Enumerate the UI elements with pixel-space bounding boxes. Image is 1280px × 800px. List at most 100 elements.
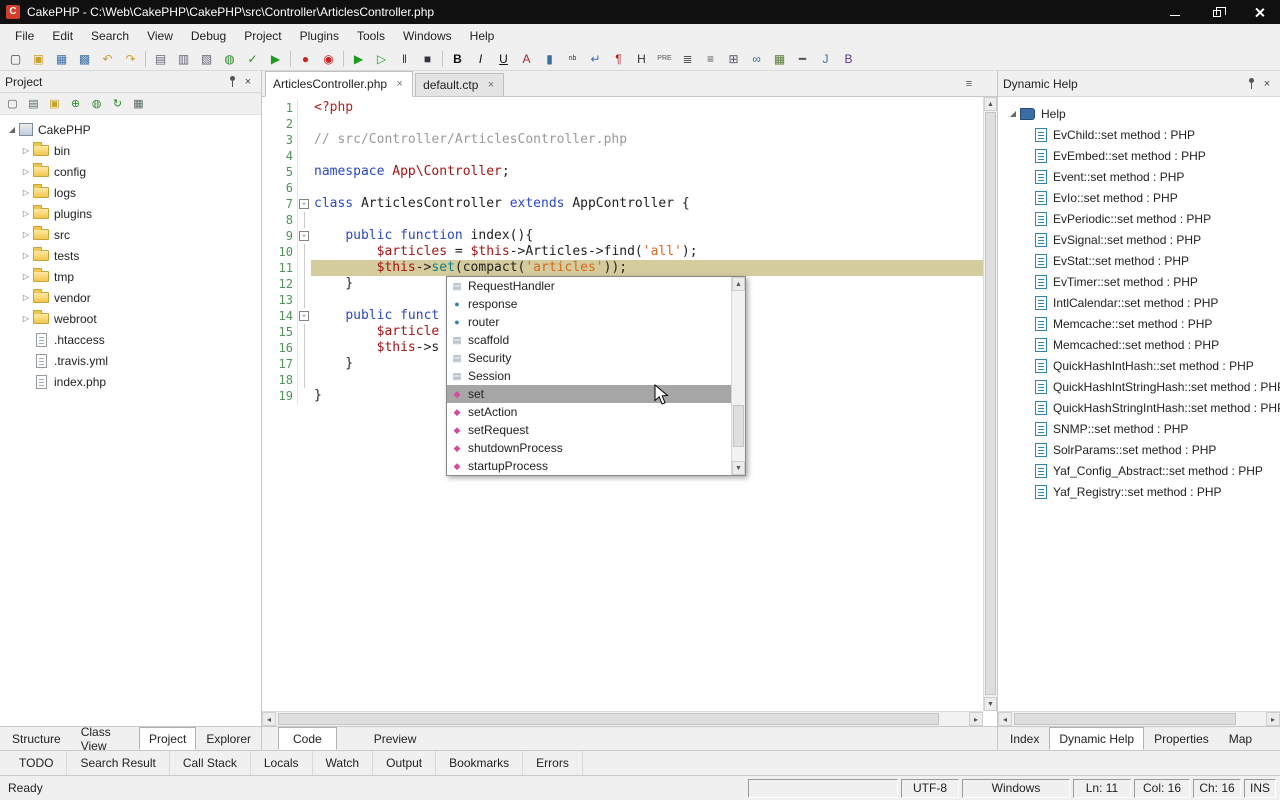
help-item-solrparams-set-method-php[interactable]: SolrParams::set method : PHP <box>998 439 1280 460</box>
new-file-icon[interactable]: ▢ <box>4 49 27 69</box>
explorer-view-icon[interactable]: ▧ <box>195 49 218 69</box>
link-icon[interactable]: ∞ <box>745 49 768 69</box>
help-item-evtimer-set-method-php[interactable]: EvTimer::set method : PHP <box>998 271 1280 292</box>
horizontal-scrollbar-thumb[interactable] <box>278 713 939 725</box>
fold-toggle-icon[interactable]: - <box>299 199 309 209</box>
image-icon[interactable]: ▦ <box>768 49 791 69</box>
grid-icon[interactable]: ▦ <box>128 95 149 113</box>
pre-icon[interactable]: PRE <box>653 49 676 69</box>
panel-tab-class-view[interactable]: Class View <box>71 727 139 750</box>
help-item-evio-set-method-php[interactable]: EvIo::set method : PHP <box>998 187 1280 208</box>
code-line-10[interactable]: 10 $articles = $this->Articles->find('al… <box>262 244 983 260</box>
menu-item-project[interactable]: Project <box>235 26 290 46</box>
add-icon[interactable]: ⊕ <box>65 95 86 113</box>
autocomplete-item-setrequest[interactable]: ◆setRequest <box>447 421 731 439</box>
close-button[interactable] <box>1238 0 1280 24</box>
underline-icon[interactable]: U <box>492 49 515 69</box>
refresh-icon[interactable]: ↻ <box>107 95 128 113</box>
new-item-icon[interactable]: ▢ <box>2 95 23 113</box>
stop-debug-icon[interactable]: ■ <box>416 49 439 69</box>
code-line-2[interactable]: 2 <box>262 116 983 132</box>
menu-item-plugins[interactable]: Plugins <box>291 26 348 46</box>
help-item-evchild-set-method-php[interactable]: EvChild::set method : PHP <box>998 124 1280 145</box>
autocomplete-item-startupprocess[interactable]: ◆startupProcess <box>447 457 731 475</box>
check-syntax-icon[interactable]: ✓ <box>241 49 264 69</box>
align-icon[interactable]: ≡ <box>699 49 722 69</box>
nbsp-icon[interactable]: nb <box>561 49 584 69</box>
autocomplete-item-set[interactable]: ◆set <box>447 385 731 403</box>
help-item-evstat-set-method-php[interactable]: EvStat::set method : PHP <box>998 250 1280 271</box>
collapsed-arrow-icon[interactable]: ▷ <box>19 293 33 302</box>
tree-folder-tmp[interactable]: ▷tmp <box>0 266 261 287</box>
help-item-intlcalendar-set-method-php[interactable]: IntlCalendar::set method : PHP <box>998 292 1280 313</box>
scroll-left-icon[interactable]: ◂ <box>262 712 276 726</box>
help-item-yaf-registry-set-method-php[interactable]: Yaf_Registry::set method : PHP <box>998 481 1280 502</box>
tree-folder-vendor[interactable]: ▷vendor <box>0 287 261 308</box>
heading-icon[interactable]: H <box>630 49 653 69</box>
collapsed-arrow-icon[interactable]: ▷ <box>19 167 33 176</box>
scroll-right-icon[interactable]: ▸ <box>969 712 983 726</box>
bottom-tab-call-stack[interactable]: Call Stack <box>170 751 251 775</box>
font-color-icon[interactable]: A <box>515 49 538 69</box>
fold-toggle-icon[interactable]: - <box>299 231 309 241</box>
collapsed-arrow-icon[interactable]: ▷ <box>19 188 33 197</box>
tree-folder-webroot[interactable]: ▷webroot <box>0 308 261 329</box>
split-view-icon[interactable]: ▥ <box>172 49 195 69</box>
close-panel-icon[interactable]: × <box>240 74 256 90</box>
paragraph-icon[interactable]: ¶ <box>607 49 630 69</box>
tree-folder-src[interactable]: ▷src <box>0 224 261 245</box>
menu-item-view[interactable]: View <box>138 26 182 46</box>
tree-folder-logs[interactable]: ▷logs <box>0 182 261 203</box>
help-root[interactable]: ◢Help <box>998 103 1280 124</box>
code-line-8[interactable]: 8 <box>262 212 983 228</box>
editor-tab-articlescontroller-php[interactable]: ArticlesController.php× <box>265 71 413 97</box>
editor-horizontal-scrollbar[interactable]: ◂ ▸ <box>262 711 983 726</box>
collapsed-arrow-icon[interactable]: ▷ <box>19 209 33 218</box>
tree-folder-tests[interactable]: ▷tests <box>0 245 261 266</box>
bottom-tab-locals[interactable]: Locals <box>251 751 313 775</box>
vertical-scrollbar-thumb[interactable] <box>733 405 744 447</box>
code-line-11[interactable]: 11 $this->set(compact('articles')); <box>262 260 983 276</box>
editor-tab-default-ctp[interactable]: default.ctp× <box>415 73 504 96</box>
bottom-tab-watch[interactable]: Watch <box>313 751 374 775</box>
bottom-tab-todo[interactable]: TODO <box>6 751 67 775</box>
help-item-evembed-set-method-php[interactable]: EvEmbed::set method : PHP <box>998 145 1280 166</box>
menu-item-edit[interactable]: Edit <box>43 26 82 46</box>
autocomplete-item-response[interactable]: ●response <box>447 295 731 313</box>
tree-file-travis-yml[interactable]: .travis.yml <box>0 350 261 371</box>
editor-view-tab-preview[interactable]: Preview <box>359 727 432 750</box>
tree-folder-plugins[interactable]: ▷plugins <box>0 203 261 224</box>
tab-list-icon[interactable]: ≡ <box>961 76 977 92</box>
autocomplete-item-scaffold[interactable]: ▤scaffold <box>447 331 731 349</box>
menu-item-tools[interactable]: Tools <box>348 26 394 46</box>
help-item-quickhashstringinthash-set-method-php[interactable]: QuickHashStringIntHash::set method : PHP <box>998 397 1280 418</box>
collapsed-arrow-icon[interactable]: ▷ <box>19 230 33 239</box>
autocomplete-item-setaction[interactable]: ◆setAction <box>447 403 731 421</box>
help-item-evsignal-set-method-php[interactable]: EvSignal::set method : PHP <box>998 229 1280 250</box>
menu-item-windows[interactable]: Windows <box>394 26 461 46</box>
minimize-button[interactable] <box>1154 0 1196 24</box>
css-style-icon[interactable]: ▮ <box>538 49 561 69</box>
scroll-left-icon[interactable]: ◂ <box>998 712 1012 726</box>
autocomplete-item-requesthandler[interactable]: ▤RequestHandler <box>447 277 731 295</box>
autocomplete-item-router[interactable]: ●router <box>447 313 731 331</box>
browser-preview-icon[interactable]: ◍ <box>218 49 241 69</box>
redo-icon[interactable]: ↷ <box>119 49 142 69</box>
run-to-cursor-icon[interactable]: ▷ <box>370 49 393 69</box>
close-tab-icon[interactable]: × <box>394 78 405 90</box>
bottom-tab-errors[interactable]: Errors <box>523 751 583 775</box>
pin-icon[interactable] <box>1243 76 1259 92</box>
code-line-1[interactable]: 1<?php <box>262 100 983 116</box>
debug-ball-icon[interactable]: ◉ <box>317 49 340 69</box>
collapsed-arrow-icon[interactable]: ▷ <box>19 314 33 323</box>
start-debug-icon[interactable]: ▶ <box>347 49 370 69</box>
breakpoint-icon[interactable]: ● <box>294 49 317 69</box>
collapsed-arrow-icon[interactable]: ▷ <box>19 272 33 281</box>
panel-tab-structure[interactable]: Structure <box>2 727 71 750</box>
line-break-icon[interactable]: ↵ <box>584 49 607 69</box>
help-item-event-set-method-php[interactable]: Event::set method : PHP <box>998 166 1280 187</box>
help-tab-properties[interactable]: Properties <box>1144 727 1219 750</box>
help-tab-map[interactable]: Map <box>1219 727 1262 750</box>
expanded-arrow-icon[interactable]: ◢ <box>5 125 19 134</box>
scroll-right-icon[interactable]: ▸ <box>1266 712 1280 726</box>
